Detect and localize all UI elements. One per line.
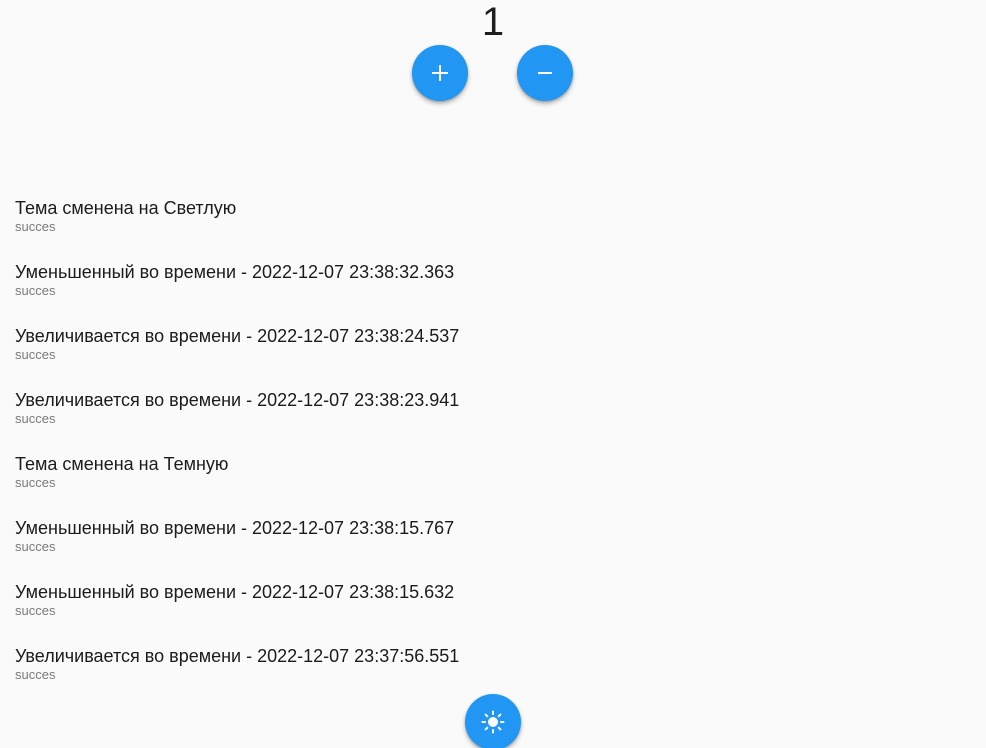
log-item-status: succes: [15, 603, 56, 618]
counter-value: 1: [481, 0, 505, 44]
log-item-status: succes: [15, 411, 56, 426]
list-item: Тема сменена на Светлую succes: [15, 198, 955, 262]
log-item-title: Уменьшенный во времени - 2022-12-07 23:3…: [15, 262, 455, 282]
list-item: Тема сменена на Темную succes: [15, 454, 955, 518]
log-item-status: succes: [15, 347, 56, 362]
list-item: Уменьшенный во времени - 2022-12-07 23:3…: [15, 262, 955, 326]
list-item: Уменьшенный во времени - 2022-12-07 23:3…: [15, 518, 955, 582]
decrement-button[interactable]: [517, 45, 573, 101]
app-screen: 1 Тема сменена на Светлую succes Уменьше…: [0, 0, 986, 748]
sun-icon: [481, 710, 505, 734]
log-item-status: succes: [15, 219, 56, 234]
log-item-title: Увеличивается во времени - 2022-12-07 23…: [15, 326, 460, 346]
log-item-title: Уменьшенный во времени - 2022-12-07 23:3…: [15, 582, 455, 602]
minus-icon: [535, 63, 555, 83]
log-item-title: Уменьшенный во времени - 2022-12-07 23:3…: [15, 518, 455, 538]
log-item-status: succes: [15, 539, 56, 554]
list-item: Увеличивается во времени - 2022-12-07 23…: [15, 390, 955, 454]
log-item-title: Тема сменена на Темную: [15, 454, 229, 474]
list-item: Увеличивается во времени - 2022-12-07 23…: [15, 326, 955, 390]
list-item: Уменьшенный во времени - 2022-12-07 23:3…: [15, 582, 955, 646]
log-item-status: succes: [15, 475, 56, 490]
log-item-title: Тема сменена на Светлую: [15, 198, 237, 218]
log-item-status: succes: [15, 667, 56, 682]
theme-toggle-button[interactable]: [465, 694, 521, 748]
log-item-title: Увеличивается во времени - 2022-12-07 23…: [15, 646, 460, 666]
event-log-list: Тема сменена на Светлую succes Уменьшенн…: [15, 198, 955, 710]
increment-button[interactable]: [412, 45, 468, 101]
log-item-status: succes: [15, 283, 56, 298]
plus-icon: [430, 63, 450, 83]
log-item-title: Увеличивается во времени - 2022-12-07 23…: [15, 390, 460, 410]
